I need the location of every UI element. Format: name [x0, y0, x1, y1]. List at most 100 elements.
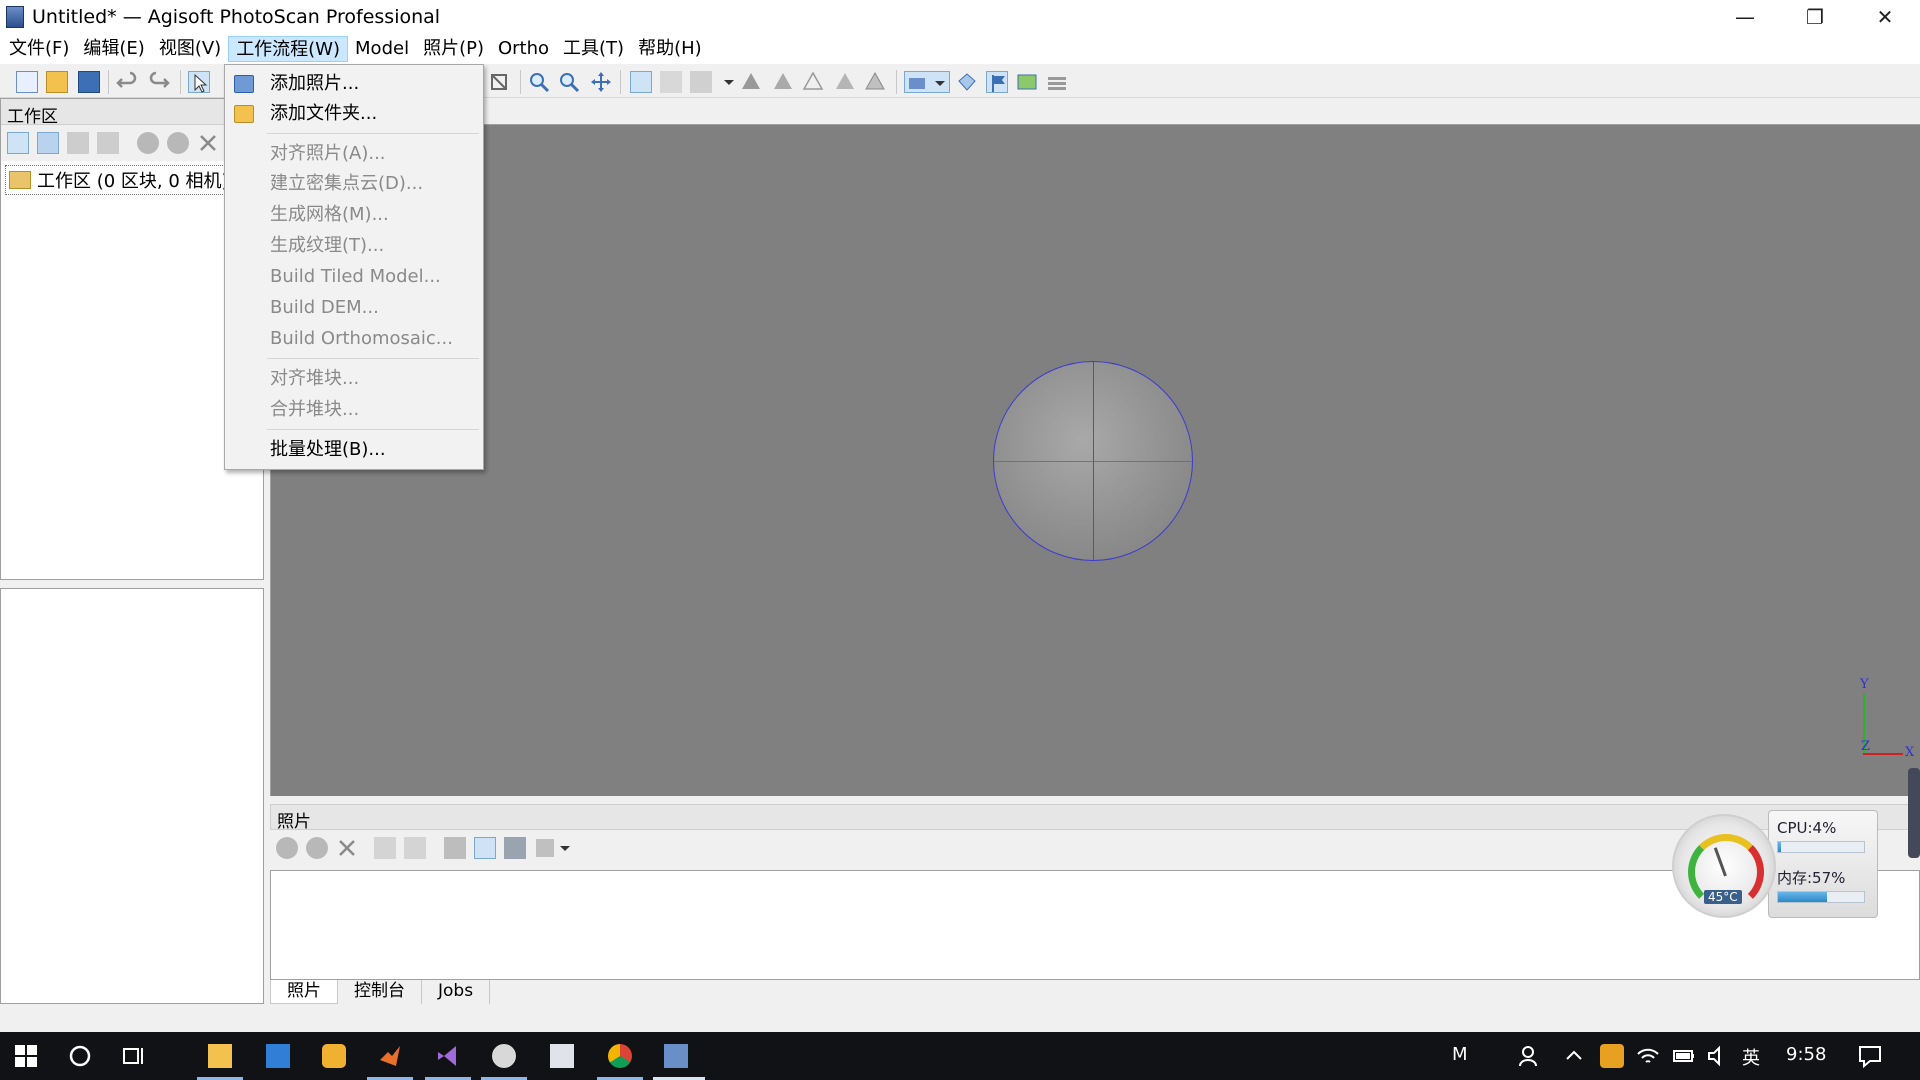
- zoom-out-icon[interactable]: [558, 71, 580, 93]
- memory-label: 内存:57%: [1777, 869, 1846, 887]
- trackball-sphere: [993, 361, 1193, 561]
- show-cameras-icon[interactable]: [904, 71, 950, 93]
- windows-start-icon[interactable]: [14, 1044, 38, 1068]
- image-icon[interactable]: [1016, 71, 1038, 93]
- save-icon[interactable]: [78, 71, 100, 93]
- taskbar: M 英 9:58: [0, 1032, 1920, 1080]
- solid-model-icon[interactable]: [772, 71, 794, 93]
- visual-studio-icon[interactable]: [436, 1044, 460, 1068]
- filter-icon[interactable]: [444, 837, 466, 859]
- menu-item-build-orthomosaic: Build Orthomosaic...: [270, 328, 453, 349]
- tab-jobs[interactable]: Jobs: [422, 980, 491, 1004]
- workspace-tree-root[interactable]: 工作区 (0 区块, 0 相机): [5, 165, 233, 195]
- tab-console[interactable]: 控制台: [338, 980, 422, 1004]
- people-icon[interactable]: [1518, 1044, 1542, 1068]
- remove-camera-icon[interactable]: [336, 837, 358, 859]
- close-button[interactable]: ✕: [1850, 0, 1920, 34]
- menu-file[interactable]: 文件(F): [2, 36, 76, 62]
- cpu-bar: [1777, 841, 1865, 853]
- open-folder-icon[interactable]: [46, 71, 68, 93]
- tiled-model-icon[interactable]: [864, 71, 886, 93]
- menu-item-add-folder[interactable]: 添加文件夹...: [225, 99, 483, 129]
- system-monitor-widget[interactable]: CPU:4% 内存:57% 45°C: [1672, 810, 1878, 920]
- add-markers-icon[interactable]: [67, 132, 89, 154]
- axis-x-label: X: [1905, 745, 1915, 760]
- details-view-icon[interactable]: [504, 837, 526, 859]
- textured-model-icon[interactable]: [834, 71, 856, 93]
- menu-workflow[interactable]: 工作流程(W): [228, 36, 349, 62]
- folder-icon: [9, 171, 31, 189]
- search-icon[interactable]: [68, 1044, 92, 1068]
- menu-photos[interactable]: 照片(P): [416, 36, 491, 62]
- rotate-right-icon[interactable]: [404, 837, 426, 859]
- model-viewport[interactable]: Y Z X: [270, 124, 1920, 796]
- scale-bar-icon[interactable]: [97, 132, 119, 154]
- new-file-icon[interactable]: [16, 71, 38, 93]
- restore-button[interactable]: ❐: [1780, 0, 1850, 34]
- menu-item-align-chunks: 对齐堆块...: [270, 368, 360, 389]
- menu-item-build-mesh: 生成网格(M)...: [270, 204, 389, 225]
- menu-bar: 文件(F) 编辑(E) 视图(V) 工作流程(W) Model 照片(P) Or…: [0, 34, 1920, 64]
- view-mode-icon[interactable]: [534, 837, 574, 859]
- disable-icon[interactable]: [167, 132, 189, 154]
- rotate-left-icon[interactable]: [374, 837, 396, 859]
- taskbar-clock[interactable]: 9:58: [1786, 1044, 1826, 1065]
- menu-model[interactable]: Model: [348, 36, 416, 62]
- disable-camera-icon[interactable]: [306, 837, 328, 859]
- wifi-icon[interactable]: [1636, 1044, 1660, 1068]
- shaded-model-icon[interactable]: [740, 71, 762, 93]
- axis-z-label: Z: [1861, 739, 1871, 754]
- task-view-icon[interactable]: [122, 1044, 146, 1068]
- wireframe-model-icon[interactable]: [802, 71, 824, 93]
- matlab-icon[interactable]: [378, 1044, 402, 1068]
- menu-item-batch-process[interactable]: 批量处理(B)...: [225, 435, 483, 465]
- notifications-icon[interactable]: [1858, 1044, 1882, 1069]
- select-pointer-icon[interactable]: [188, 71, 210, 93]
- menu-tools[interactable]: 工具(T): [556, 36, 631, 62]
- tab-photos[interactable]: 照片: [270, 980, 338, 1004]
- menu-ortho[interactable]: Ortho: [491, 36, 556, 62]
- layers-icon[interactable]: [1046, 71, 1068, 93]
- volume-icon[interactable]: [1706, 1044, 1730, 1068]
- menu-item-add-photos[interactable]: 添加照片...: [225, 69, 483, 99]
- reset-filter-icon[interactable]: [474, 837, 496, 859]
- add-photos-icon[interactable]: [37, 132, 59, 154]
- battery-icon[interactable]: [1672, 1044, 1696, 1068]
- chevron-down-icon[interactable]: [718, 71, 740, 93]
- store-icon[interactable]: [266, 1044, 290, 1068]
- add-chunk-icon[interactable]: [7, 132, 29, 154]
- viewport-tab-strip: [270, 98, 1920, 124]
- app-launcher-icon[interactable]: [322, 1044, 346, 1068]
- temperature-gauge: 45°C: [1672, 814, 1776, 918]
- minimize-button[interactable]: —: [1710, 0, 1780, 34]
- chevron-up-icon[interactable]: [1562, 1044, 1586, 1068]
- ime-indicator[interactable]: 英: [1742, 1044, 1760, 1070]
- undo-icon[interactable]: [116, 71, 138, 93]
- dense-cloud-icon[interactable]: [660, 71, 682, 93]
- markers-icon[interactable]: [986, 71, 1008, 93]
- browser-icon[interactable]: [492, 1044, 516, 1068]
- move-icon[interactable]: [590, 71, 612, 93]
- file-explorer-icon[interactable]: [208, 1044, 232, 1068]
- axis-y-label: Y: [1860, 677, 1869, 692]
- menu-item-build-dem: Build DEM...: [270, 297, 379, 318]
- menu-item-build-tiled-model: Build Tiled Model...: [270, 266, 441, 287]
- menu-help[interactable]: 帮助(H): [631, 36, 709, 62]
- enable-camera-icon[interactable]: [276, 837, 298, 859]
- redo-icon[interactable]: [148, 71, 170, 93]
- photoscan-taskbar-icon[interactable]: [664, 1044, 688, 1068]
- mesh-view-icon[interactable]: [690, 71, 712, 93]
- menu-edit[interactable]: 编辑(E): [76, 36, 151, 62]
- zoom-in-icon[interactable]: [528, 71, 550, 93]
- document-app-icon[interactable]: [550, 1044, 574, 1068]
- menu-view[interactable]: 视图(V): [152, 36, 228, 62]
- crop-icon[interactable]: [488, 71, 510, 93]
- input-mode-indicator[interactable]: M: [1452, 1044, 1468, 1065]
- side-dock-handle[interactable]: [1908, 768, 1920, 858]
- show-points-icon[interactable]: [630, 71, 652, 93]
- shapes-icon[interactable]: [956, 71, 978, 93]
- chrome-icon[interactable]: [608, 1044, 632, 1068]
- remove-icon[interactable]: [197, 132, 219, 154]
- tray-app-icon[interactable]: [1600, 1044, 1624, 1068]
- enable-icon[interactable]: [137, 132, 159, 154]
